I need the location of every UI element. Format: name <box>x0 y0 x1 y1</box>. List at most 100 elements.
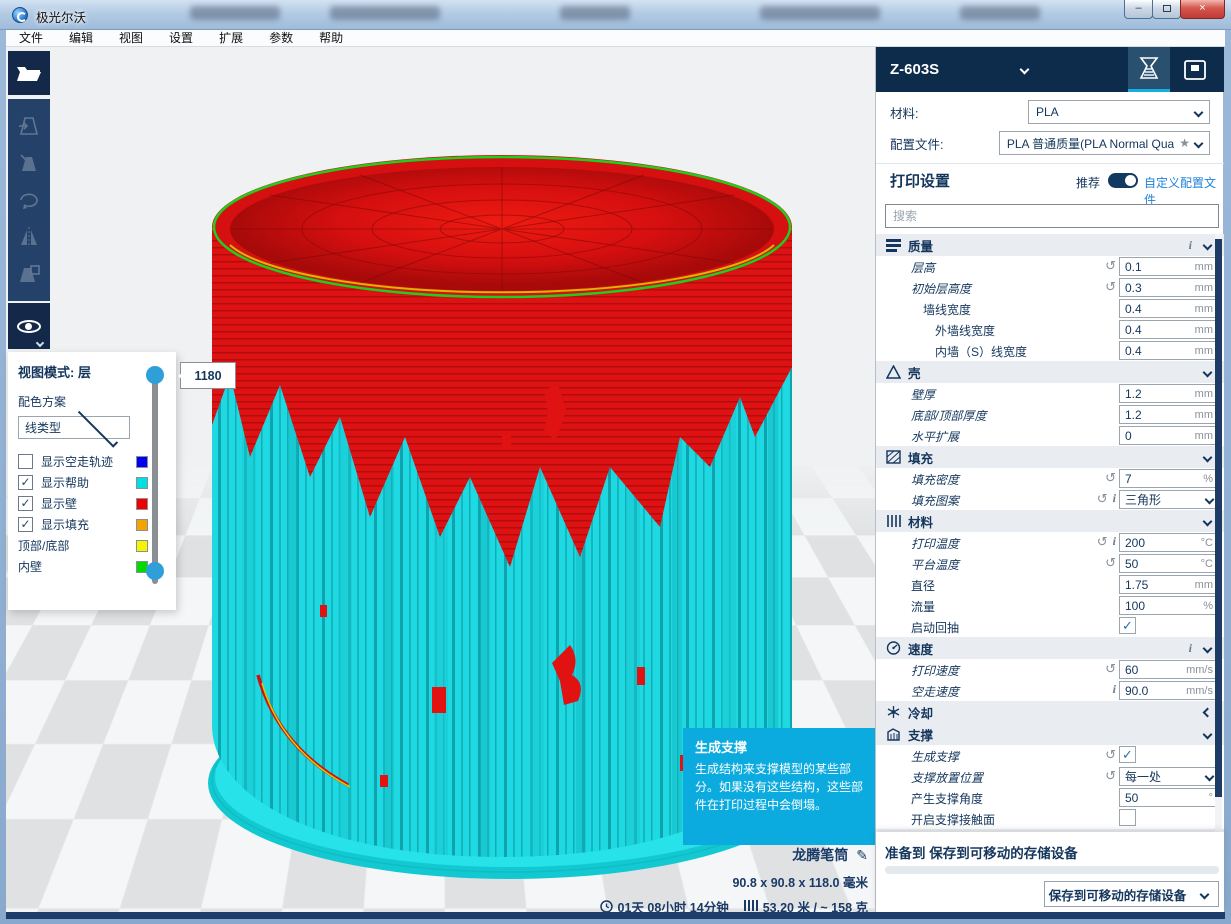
tab-prepare-slice[interactable] <box>1128 47 1170 92</box>
setting-input[interactable]: 0.4mm <box>1119 299 1219 318</box>
cooling-icon <box>885 704 902 720</box>
material-dropdown[interactable]: PLA <box>1028 100 1210 124</box>
menu-item-文件[interactable]: 文件 <box>6 30 56 47</box>
chevron-left-icon <box>1203 707 1213 717</box>
section-header-material[interactable]: 材料 <box>876 510 1224 532</box>
setting-dropdown[interactable]: 每一处 <box>1119 767 1219 786</box>
setting-input[interactable]: 0mm <box>1119 426 1219 445</box>
scale-tool-icon[interactable] <box>17 151 41 175</box>
move-tool-icon[interactable] <box>17 114 41 138</box>
save-options-arrow-button[interactable] <box>1190 881 1219 907</box>
setting-value: 0.4 <box>1125 344 1195 358</box>
profile-dropdown[interactable]: PLA 普通质量(PLA Normal Qua ★ <box>999 131 1210 155</box>
menu-item-编辑[interactable]: 编辑 <box>56 30 106 47</box>
reset-icon[interactable]: ↺ <box>1105 661 1116 676</box>
menu-item-设置[interactable]: 设置 <box>156 30 206 47</box>
view-mode-button[interactable] <box>8 303 50 349</box>
menu-item-帮助[interactable]: 帮助 <box>306 30 356 47</box>
section-header-cooling[interactable]: 冷却 <box>876 701 1224 723</box>
legend-checkbox[interactable]: ✓ <box>18 517 33 532</box>
reset-icon[interactable]: ↺ <box>1105 768 1116 783</box>
reset-icon[interactable]: ↺ <box>1105 258 1116 273</box>
rotate-tool-icon[interactable] <box>17 188 41 212</box>
setting-unit: mm <box>1195 261 1213 273</box>
setting-input[interactable]: 100% <box>1119 596 1219 615</box>
per-model-settings-icon[interactable] <box>17 262 41 286</box>
section-label: 速度 <box>908 639 1189 658</box>
mirror-tool-icon[interactable] <box>17 225 41 249</box>
setting-input[interactable]: 1.75mm <box>1119 575 1219 594</box>
legend-label: 顶部/底部 <box>18 537 136 554</box>
edit-name-icon[interactable]: ✎ <box>856 847 868 863</box>
section-header-quality[interactable]: 质量i <box>876 234 1224 256</box>
close-button[interactable]: × <box>1180 0 1225 19</box>
reset-icon[interactable]: ↺ <box>1105 470 1116 485</box>
minimize-button[interactable]: – <box>1124 0 1153 19</box>
settings-scrollbar[interactable] <box>1215 234 1222 832</box>
setting-dropdown[interactable]: 三角形 <box>1119 490 1219 509</box>
scrollbar-thumb[interactable] <box>1215 239 1222 797</box>
setting-label: 生成支撑 <box>911 748 959 765</box>
reset-icon[interactable]: ↺ <box>1105 555 1116 570</box>
section-header-infill[interactable]: 填充 <box>876 446 1224 468</box>
menu-item-参数[interactable]: 参数 <box>256 30 306 47</box>
chevron-down-icon <box>1199 889 1209 899</box>
maximize-button[interactable] <box>1152 0 1181 19</box>
recommended-custom-toggle[interactable] <box>1108 173 1138 188</box>
setting-value: 0.4 <box>1125 323 1195 337</box>
setting-input[interactable]: 90.0mm/s <box>1119 681 1219 700</box>
menu-item-扩展[interactable]: 扩展 <box>206 30 256 47</box>
setting-input[interactable]: 0.4mm <box>1119 320 1219 339</box>
layer-slider-track[interactable] <box>152 372 158 584</box>
layer-slider-handle-top[interactable] <box>146 366 164 384</box>
section-header-speed[interactable]: 速度i <box>876 637 1224 659</box>
setting-input[interactable]: 0.3mm <box>1119 278 1219 297</box>
setting-input[interactable]: 1.2mm <box>1119 384 1219 403</box>
reset-icon[interactable]: ↺ <box>1097 534 1108 549</box>
section-label: 支撑 <box>908 725 1204 744</box>
setting-row: 填充密度↺7% <box>876 468 1224 489</box>
layer-slider-handle-bottom[interactable] <box>146 562 164 580</box>
info-icon[interactable]: i <box>1113 491 1116 506</box>
setting-input[interactable]: 60mm/s <box>1119 660 1219 679</box>
custom-profile-link[interactable]: 自定义配置文件 <box>1144 174 1223 208</box>
settings-search-input[interactable] <box>885 204 1219 228</box>
setting-input[interactable]: 0.4mm <box>1119 341 1219 360</box>
reset-icon[interactable]: ↺ <box>1105 279 1116 294</box>
material-label: 材料: <box>890 103 1028 122</box>
info-icon[interactable]: i <box>1189 238 1192 253</box>
setting-unit: mm <box>1195 345 1213 357</box>
save-to-removable-button[interactable]: 保存到可移动的存储设备 <box>1044 881 1191 907</box>
setting-input[interactable]: 0.1mm <box>1119 257 1219 276</box>
setting-input[interactable]: 50°C <box>1119 554 1219 573</box>
machine-selector[interactable]: Z-603S <box>876 47 1224 92</box>
color-scheme-select[interactable]: 线类型 <box>18 416 130 439</box>
tab-monitor[interactable] <box>1173 47 1217 92</box>
section-header-support[interactable]: 支撑 <box>876 723 1224 745</box>
setting-input[interactable]: 7% <box>1119 469 1219 488</box>
support-icon <box>885 726 902 742</box>
setting-input[interactable]: 1.2mm <box>1119 405 1219 424</box>
info-icon[interactable]: i <box>1189 641 1192 656</box>
reset-icon[interactable]: ↺ <box>1097 491 1108 506</box>
info-icon[interactable]: i <box>1113 534 1116 549</box>
info-icon[interactable]: i <box>1113 682 1116 697</box>
titlebar-glass-blob <box>760 6 880 20</box>
legend-row: ✓显示壁 <box>18 493 148 514</box>
setting-row: 开启支撑接触面 <box>876 808 1224 829</box>
section-label: 材料 <box>908 512 1204 531</box>
setting-row: 直径1.75mm <box>876 574 1224 595</box>
section-header-shell[interactable]: 壳 <box>876 361 1224 383</box>
legend-checkbox[interactable]: ✓ <box>18 475 33 490</box>
reset-icon[interactable]: ↺ <box>1105 747 1116 762</box>
legend-checkbox[interactable] <box>18 454 33 469</box>
menu-item-视图[interactable]: 视图 <box>106 30 156 47</box>
setting-checkbox[interactable] <box>1119 809 1136 826</box>
legend-checkbox[interactable]: ✓ <box>18 496 33 511</box>
setting-input[interactable]: 50° <box>1119 788 1219 807</box>
profile-label: 配置文件: <box>890 134 999 153</box>
setting-checkbox[interactable]: ✓ <box>1119 746 1136 763</box>
setting-input[interactable]: 200°C <box>1119 533 1219 552</box>
setting-checkbox[interactable]: ✓ <box>1119 617 1136 634</box>
open-file-button[interactable] <box>8 51 50 95</box>
